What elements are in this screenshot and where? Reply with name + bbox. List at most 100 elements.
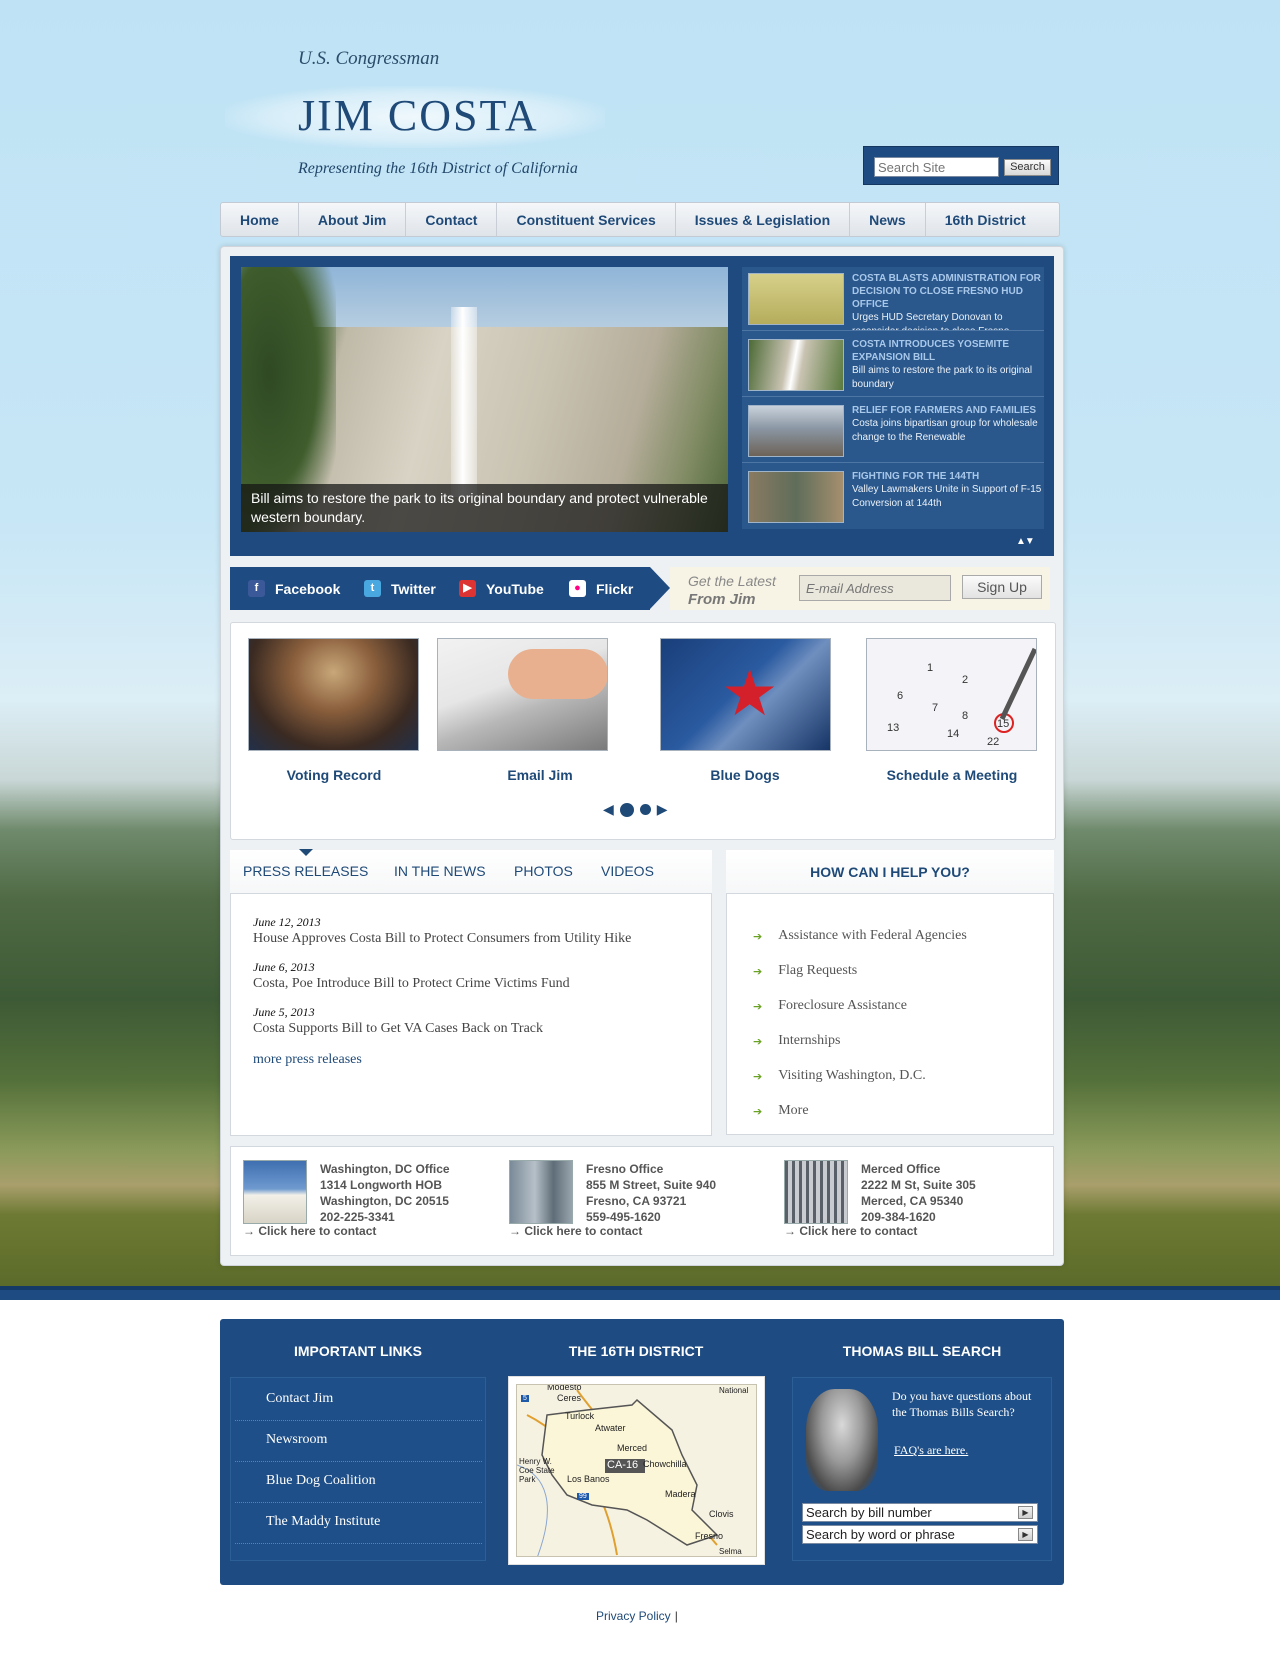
slide-caption[interactable]: Bill aims to restore the park to its ori… — [241, 484, 728, 532]
map-label: Merced — [617, 1443, 648, 1453]
tab-photos[interactable]: PHOTOS — [514, 863, 573, 879]
facebook-label: Facebook — [275, 580, 341, 597]
hand-shape — [508, 649, 607, 699]
help-item-label: Flag Requests — [778, 963, 858, 978]
news-desc: Costa joins bipartisan group for wholesa… — [852, 418, 1038, 443]
fresno-office-info: Fresno Office 855 M Street, Suite 940 Fr… — [586, 1161, 716, 1225]
map-label: National — [719, 1386, 749, 1395]
arrow-right-icon: ➔ — [753, 929, 763, 943]
twitter-label: Twitter — [391, 580, 436, 597]
office-city: Merced, CA 95340 — [861, 1194, 964, 1208]
news-item[interactable]: FIGHTING FOR THE 144TH Valley Lawmakers U… — [742, 465, 1044, 529]
flickr-link[interactable]: ● Flickr — [569, 580, 633, 597]
nav-news[interactable]: News — [850, 203, 926, 236]
tab-in-the-news[interactable]: IN THE NEWS — [394, 863, 486, 879]
news-title: RELIEF FOR FARMERS AND FAMILIES Costa joi… — [852, 404, 1044, 445]
twitter-link[interactable]: t Twitter — [364, 580, 436, 597]
footer-link-blue-dog-coalition[interactable]: Blue Dog Coalition — [266, 1473, 376, 1489]
thomas-faq-link[interactable]: FAQ's are here. — [894, 1443, 968, 1458]
voting-record-label[interactable]: Voting Record — [234, 767, 434, 783]
svg-text:7: 7 — [932, 702, 938, 714]
email-jim-label[interactable]: Email Jim — [440, 767, 640, 783]
blue-dogs-image[interactable]: ★ — [660, 638, 831, 751]
footer-link-newsroom[interactable]: Newsroom — [266, 1432, 327, 1448]
footer-link-contact-jim[interactable]: Contact Jim — [266, 1391, 333, 1407]
help-heading: HOW CAN I HELP YOU? — [726, 850, 1054, 894]
bill-word-input[interactable] — [802, 1525, 1038, 1544]
bill-number-go-button[interactable]: ▶ — [1018, 1506, 1033, 1519]
bill-number-input[interactable] — [802, 1503, 1038, 1522]
blue-dogs-label[interactable]: Blue Dogs — [645, 767, 845, 783]
fresno-office-photo — [509, 1160, 573, 1224]
nav-home[interactable]: Home — [221, 203, 299, 236]
office-address: 1314 Longworth HOB — [320, 1178, 443, 1192]
district-map[interactable]: Modesto Ceres Turlock Atwater Merced CA-… — [508, 1376, 765, 1565]
more-press-releases-link[interactable]: more press releases — [253, 1052, 362, 1068]
news-item[interactable]: RELIEF FOR FARMERS AND FAMILIES Costa joi… — [742, 399, 1044, 463]
nav-16th-district[interactable]: 16th District — [926, 203, 1045, 236]
flickr-label: Flickr — [596, 580, 634, 597]
help-item[interactable]: ➔ Visiting Washington, D.C. — [753, 1068, 926, 1084]
help-item[interactable]: ➔ Flag Requests — [753, 963, 857, 979]
divider — [235, 1502, 482, 1503]
schedule-meeting-label[interactable]: Schedule a Meeting — [852, 767, 1052, 783]
help-item-label: Assistance with Federal Agencies — [778, 928, 967, 943]
site-title[interactable]: JIM COSTA — [298, 90, 539, 141]
nav-about-jim[interactable]: About Jim — [299, 203, 407, 236]
pager-next-icon[interactable]: ▶ — [657, 801, 668, 818]
footer-link-maddy-institute[interactable]: The Maddy Institute — [266, 1514, 380, 1530]
nav-constituent-services[interactable]: Constituent Services — [497, 203, 676, 236]
bill-word-go-button[interactable]: ▶ — [1018, 1528, 1033, 1541]
latest-line1: Get the Latest — [688, 573, 776, 589]
thomas-heading: THOMAS BILL SEARCH — [842, 1343, 1002, 1359]
news-item[interactable]: COSTA INTRODUCES YOSEMITE EXPANSION BILL… — [742, 333, 1044, 397]
news-item[interactable]: COSTA BLASTS ADMINISTRATION FOR DECISION… — [742, 267, 1044, 331]
help-item[interactable]: ➔ Foreclosure Assistance — [753, 998, 907, 1014]
latest-line2: From Jim — [688, 591, 756, 608]
get-the-latest-text: Get the Latest From Jim — [688, 572, 776, 609]
news-title: FIGHTING FOR THE 144TH Valley Lawmakers U… — [852, 470, 1044, 511]
email-input[interactable] — [799, 575, 951, 601]
tab-press-releases[interactable]: PRESS RELEASES — [243, 863, 368, 879]
news-title-text: COSTA BLASTS ADMINISTRATION FOR DECISION… — [852, 273, 1041, 310]
fresno-office-contact-link[interactable]: → Click here to contact — [509, 1224, 642, 1238]
press-title[interactable]: Costa, Poe Introduce Bill to Protect Cri… — [253, 976, 570, 992]
help-item[interactable]: ➔ Assistance with Federal Agencies — [753, 928, 967, 944]
arrow-right-icon: ➔ — [753, 1034, 763, 1048]
map-label: Turlock — [565, 1411, 595, 1421]
site-search: Search — [863, 146, 1059, 185]
help-item[interactable]: ➔ Internships — [753, 1033, 840, 1049]
merced-office-contact-link[interactable]: → Click here to contact — [784, 1224, 917, 1238]
help-item-label: Foreclosure Assistance — [778, 998, 907, 1013]
email-jim-image[interactable] — [437, 638, 608, 751]
slide-waterfall — [451, 307, 477, 497]
youtube-link[interactable]: ▶ YouTube — [459, 580, 544, 597]
signup-button[interactable]: Sign Up — [962, 575, 1042, 599]
pager-dot[interactable] — [619, 802, 634, 817]
dc-office-contact-link[interactable]: → Click here to contact — [243, 1224, 376, 1238]
svg-text:15: 15 — [997, 718, 1009, 730]
yosemite-thumbnail — [748, 339, 844, 391]
arrow-right-icon: ➔ — [753, 964, 763, 978]
slider-up-down-arrows[interactable]: ▲▼ — [1016, 536, 1035, 547]
nav-issues-legislation[interactable]: Issues & Legislation — [676, 203, 851, 236]
merced-office-photo — [784, 1160, 848, 1224]
help-item-label: Visiting Washington, D.C. — [778, 1068, 926, 1083]
press-title[interactable]: Costa Supports Bill to Get VA Cases Back… — [253, 1021, 543, 1037]
news-title-text: FIGHTING FOR THE 144TH — [852, 471, 980, 482]
search-input[interactable] — [874, 157, 999, 177]
help-item[interactable]: ➔ More — [753, 1103, 809, 1119]
voting-record-image[interactable] — [248, 638, 419, 751]
tab-videos[interactable]: VIDEOS — [601, 863, 654, 879]
search-button[interactable]: Search — [1004, 159, 1051, 176]
press-title[interactable]: House Approves Costa Bill to Protect Con… — [253, 931, 631, 947]
map-label: Selma — [719, 1547, 742, 1556]
nav-contact[interactable]: Contact — [406, 203, 498, 236]
pager-prev-icon[interactable]: ◀ — [603, 801, 614, 818]
pager-dot[interactable] — [639, 804, 651, 815]
privacy-policy-link[interactable]: Privacy Policy — [596, 1609, 671, 1623]
schedule-meeting-image[interactable]: 1 2 6 7 8 15 13 14 22 — [866, 638, 1037, 751]
facebook-link[interactable]: f Facebook — [248, 580, 340, 597]
svg-text:6: 6 — [897, 690, 903, 702]
map-label: 99 — [577, 1493, 589, 1500]
